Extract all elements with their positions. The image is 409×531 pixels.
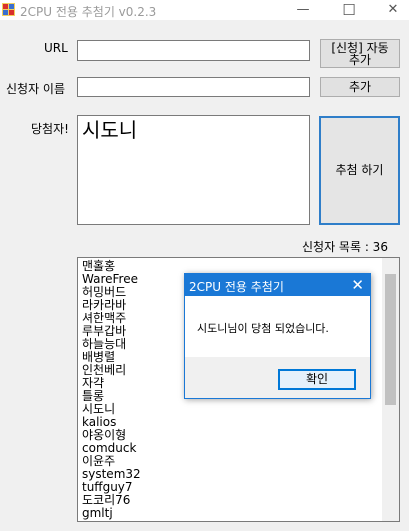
message-dialog: 2CPU 전용 추첨기 ✕ 시도니님이 당첨 되었습니다. 확인 — [184, 273, 371, 399]
winner-display: 시도니 — [77, 115, 310, 225]
name-label: 신청자 이름 — [6, 82, 66, 96]
applicant-list-item[interactable]: gmltj — [82, 507, 113, 520]
app-icon — [2, 3, 15, 16]
dialog-title-bar: 2CPU 전용 추첨기 ✕ — [185, 274, 370, 296]
close-button[interactable]: ✕ — [378, 0, 408, 20]
url-label: URL — [44, 41, 68, 55]
scrollbar-thumb[interactable] — [385, 274, 396, 405]
winner-label: 당첨자! — [31, 122, 69, 136]
auto-add-button[interactable]: [신청] 자동 추가 — [320, 39, 400, 68]
dialog-ok-button[interactable]: 확인 — [278, 369, 356, 390]
applicant-count: 신청자 목록 : 36 — [302, 240, 388, 254]
winner-name: 시도니 — [82, 118, 138, 142]
maximize-button[interactable]: ☐ — [334, 0, 364, 20]
add-button[interactable]: 추가 — [320, 77, 400, 97]
draw-button[interactable]: 추첨 하기 — [319, 116, 400, 225]
dialog-close-icon[interactable]: ✕ — [351, 276, 364, 294]
dialog-message: 시도니님이 당첨 되었습니다. — [197, 322, 329, 335]
minimize-button[interactable]: — — [288, 0, 318, 20]
dialog-title: 2CPU 전용 추첨기 — [189, 280, 284, 294]
url-input[interactable] — [77, 40, 310, 61]
name-input[interactable] — [77, 77, 310, 97]
list-scrollbar[interactable] — [382, 258, 399, 521]
window-title: 2CPU 전용 추첨기 v0.2.3 — [20, 5, 157, 19]
